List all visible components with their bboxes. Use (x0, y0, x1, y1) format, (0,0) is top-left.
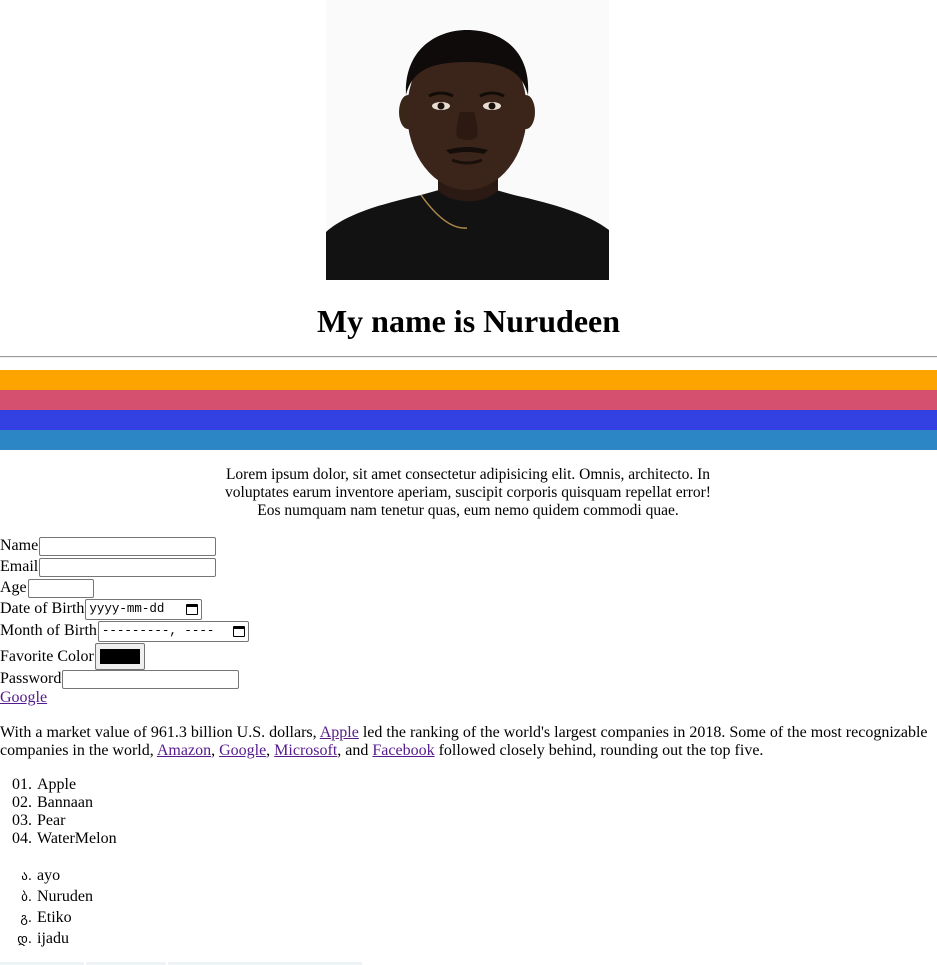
list-item-label: Apple (37, 776, 77, 793)
page-title: My name is Nurudeen (316, 303, 621, 339)
apple-link[interactable]: Apple (320, 724, 359, 741)
facebook-link[interactable]: Facebook (372, 742, 434, 759)
calendar-icon[interactable] (232, 625, 245, 637)
list-marker: დ. (17, 932, 32, 947)
list-item: 02. Bannaan (0, 794, 117, 812)
dob-row: Date of Birth yyyy-mm-dd (0, 598, 203, 620)
list-item-label: Etiko (37, 909, 72, 926)
list-marker: გ. (20, 911, 32, 926)
list-item-label: ayo (37, 867, 61, 884)
list-item-label: WaterMelon (37, 830, 117, 847)
list-marker: 02. (12, 794, 32, 811)
list-item: გ. Etiko (0, 908, 93, 929)
list-marker: 03. (12, 812, 32, 829)
separator: , (211, 742, 220, 759)
email-label: Email (0, 558, 39, 575)
paragraph-text-1: With a market value of 961.3 billion U.S… (0, 724, 320, 741)
color-band-blue (0, 410, 937, 430)
list-item-label: Pear (37, 812, 66, 829)
password-input[interactable] (62, 669, 240, 689)
month-input[interactable]: ---------, ---- (97, 620, 249, 642)
list-item: დ. ijadu (0, 929, 93, 950)
name-label: Name (0, 537, 39, 554)
companies-paragraph: With a market value of 961.3 billion U.S… (0, 724, 937, 760)
color-label: Favorite Color (0, 647, 94, 665)
list-item-label: Nuruden (37, 888, 93, 905)
month-placeholder: ---------, ---- (101, 624, 215, 638)
list-item: 04. WaterMelon (0, 830, 117, 848)
name-row: Name (0, 535, 217, 557)
list-item: ბ. Nuruden (0, 887, 93, 908)
dob-input[interactable]: yyyy-mm-dd (85, 598, 203, 620)
color-band-lightblue (0, 430, 937, 450)
age-row: Age (0, 577, 94, 599)
color-row: Favorite Color (0, 643, 145, 670)
list-item-label: ijadu (37, 930, 69, 947)
name-input[interactable] (39, 536, 217, 556)
horizontal-divider (0, 356, 937, 358)
name-list: ა. ayo ბ. Nuruden გ. Etiko დ. ijadu (0, 866, 93, 950)
microsoft-link[interactable]: Microsoft (274, 742, 337, 759)
profile-photo (326, 0, 609, 280)
fruit-list: 01. Apple 02. Bannaan 03. Pear 04. WaterMelo… (0, 776, 117, 848)
password-row: Password (0, 668, 240, 690)
list-marker: 01. (12, 776, 32, 793)
age-input[interactable] (27, 578, 94, 598)
color-band-orange (0, 370, 937, 390)
list-item: 01. Apple (0, 776, 117, 794)
list-item: ა. ayo (0, 866, 93, 887)
list-marker: ა. (21, 869, 32, 884)
list-marker: ბ. (21, 890, 32, 905)
age-label: Age (0, 579, 27, 596)
list-item-label: Bannaan (37, 794, 93, 811)
password-label: Password (0, 670, 62, 687)
dob-label: Date of Birth (0, 600, 85, 617)
list-marker: 04. (12, 830, 32, 847)
intro-paragraph: Lorem ipsum dolor, sit amet consectetur … (225, 466, 711, 519)
email-row: Email (0, 556, 217, 578)
amazon-link[interactable]: Amazon (157, 742, 211, 759)
email-input[interactable] (39, 557, 217, 577)
google-link[interactable]: Google (0, 688, 47, 708)
month-label: Month of Birth (0, 622, 97, 639)
paragraph-text-3: followed closely behind, rounding out th… (434, 742, 764, 759)
list-item: 03. Pear (0, 812, 117, 830)
separator: , (266, 742, 275, 759)
dob-placeholder: yyyy-mm-dd (89, 602, 165, 616)
color-picker[interactable] (94, 643, 145, 670)
separator: , and (337, 742, 373, 759)
color-swatch (99, 649, 140, 664)
month-row: Month of Birth ---------, ---- (0, 620, 249, 642)
google-company-link[interactable]: Google (219, 742, 266, 759)
portrait-photo-icon (326, 0, 609, 280)
color-band-pink (0, 390, 937, 410)
calendar-icon[interactable] (186, 603, 199, 615)
